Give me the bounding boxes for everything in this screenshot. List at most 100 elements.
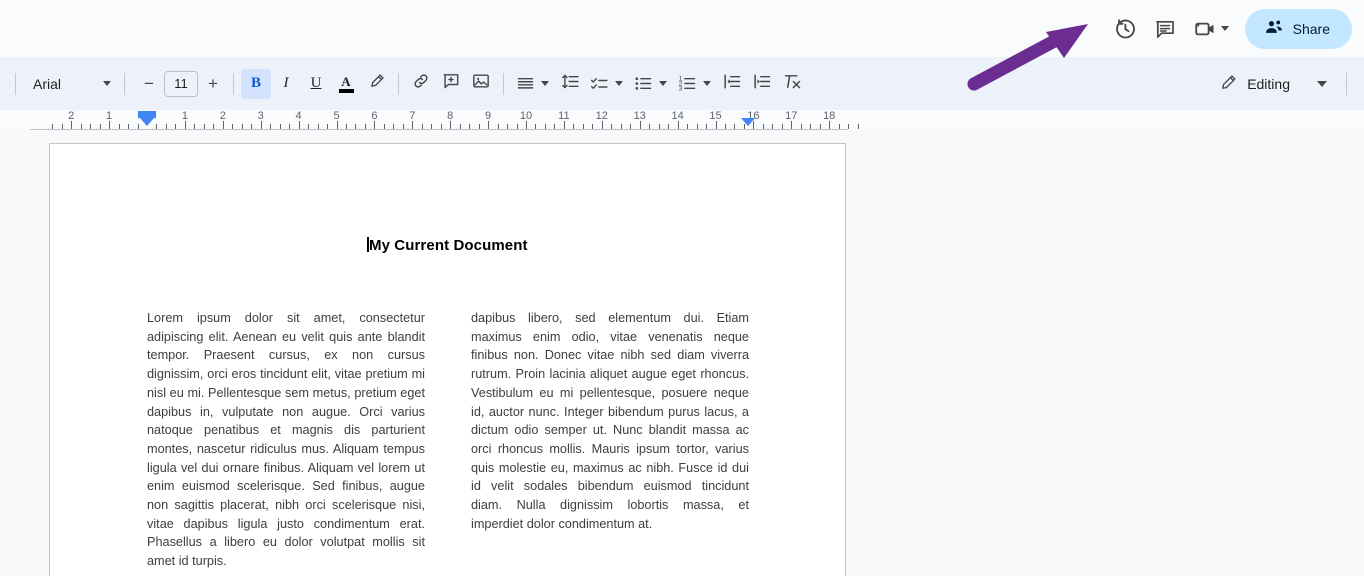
bold-button[interactable]: B bbox=[241, 68, 271, 99]
font-size-input[interactable]: 11 bbox=[164, 70, 198, 97]
editing-mode-button[interactable]: Editing bbox=[1208, 67, 1339, 101]
chevron-down-icon bbox=[1317, 80, 1327, 87]
ruler-tick bbox=[402, 124, 404, 129]
ruler-tick bbox=[488, 121, 490, 129]
clear-formatting-button[interactable] bbox=[777, 69, 807, 99]
ruler-tick bbox=[772, 124, 774, 129]
ruler-tick bbox=[469, 124, 471, 129]
ruler-tick bbox=[251, 124, 253, 129]
document-title[interactable]: My Current Document bbox=[50, 237, 845, 254]
ruler-tick bbox=[184, 121, 186, 129]
svg-text:3: 3 bbox=[679, 86, 683, 93]
ruler-tick bbox=[848, 124, 850, 129]
ruler-tick bbox=[649, 124, 651, 129]
ruler-tick bbox=[393, 124, 395, 129]
ruler-tick bbox=[715, 121, 717, 129]
ruler-tick bbox=[232, 124, 234, 129]
add-comment-button[interactable] bbox=[436, 69, 466, 99]
ruler-tick bbox=[336, 121, 338, 129]
ruler-baseline bbox=[30, 129, 848, 130]
ruler-tick bbox=[194, 124, 196, 129]
bold-label: B bbox=[250, 75, 261, 91]
ruler-tick bbox=[791, 121, 793, 129]
font-family-select[interactable]: Arial bbox=[23, 69, 117, 99]
google-docs-window: Share Arial − 11 + B I U A 1 2 3 Editing… bbox=[0, 0, 1364, 576]
ruler-tick bbox=[241, 124, 243, 129]
video-call-icon[interactable] bbox=[1185, 9, 1225, 49]
toolbar-left-group: Arial − 11 + B I U A 1 2 3 bbox=[0, 68, 807, 99]
chevron-down-icon bbox=[615, 81, 623, 86]
align-button[interactable] bbox=[511, 69, 555, 99]
ruler-tick bbox=[327, 124, 329, 129]
insert-image-button[interactable] bbox=[466, 69, 496, 99]
ruler-tick bbox=[677, 121, 679, 129]
numbered-list-button[interactable]: 1 2 3 bbox=[673, 69, 717, 99]
chevron-down-icon bbox=[103, 81, 111, 86]
ruler-tick bbox=[52, 124, 54, 129]
ruler-tick bbox=[99, 124, 101, 129]
ruler-tick bbox=[431, 124, 433, 129]
formatting-toolbar: Arial − 11 + B I U A 1 2 3 Editing bbox=[0, 57, 1364, 110]
checklist-button[interactable] bbox=[585, 69, 629, 99]
bulleted-list-icon bbox=[629, 69, 658, 99]
line-spacing-button[interactable] bbox=[555, 69, 585, 99]
decrease-indent-button[interactable] bbox=[717, 69, 747, 99]
ruler-tick bbox=[762, 124, 764, 129]
italic-button[interactable]: I bbox=[271, 69, 301, 99]
align-justify-icon bbox=[511, 69, 540, 99]
document-page[interactable]: My Current Document Lorem ipsum dolor si… bbox=[49, 143, 846, 576]
ruler-tick bbox=[857, 124, 859, 129]
comment-plus-icon bbox=[441, 71, 461, 96]
ruler-tick bbox=[838, 124, 840, 129]
ruler-tick bbox=[687, 124, 689, 129]
right-column[interactable]: dapibus libero, sed elementum dui. Etiam… bbox=[471, 309, 749, 571]
ruler-tick bbox=[630, 124, 632, 129]
line-spacing-icon bbox=[560, 71, 581, 97]
ruler-tick bbox=[71, 121, 73, 129]
clear-formatting-icon bbox=[782, 71, 803, 97]
ruler-tick bbox=[535, 124, 537, 129]
toolbar-divider bbox=[398, 72, 399, 95]
share-button[interactable]: Share bbox=[1244, 8, 1352, 49]
insert-link-button[interactable] bbox=[406, 69, 436, 99]
ruler-tick bbox=[639, 121, 641, 129]
increase-indent-button[interactable] bbox=[747, 69, 777, 99]
font-size-increase-button[interactable]: + bbox=[200, 71, 226, 97]
ruler-tick bbox=[563, 121, 565, 129]
ruler-tick bbox=[118, 124, 120, 129]
ruler-tick bbox=[582, 124, 584, 129]
font-size-stepper: − 11 + bbox=[136, 70, 226, 97]
ruler-tick bbox=[516, 124, 518, 129]
ruler-tick bbox=[80, 124, 82, 129]
version-history-icon[interactable] bbox=[1105, 9, 1145, 49]
toolbar-divider bbox=[233, 72, 234, 95]
video-call-dropdown-caret[interactable] bbox=[1220, 26, 1229, 31]
link-icon bbox=[411, 71, 431, 96]
font-size-decrease-button[interactable]: − bbox=[136, 71, 162, 97]
text-color-button[interactable]: A bbox=[331, 69, 361, 99]
ruler-tick bbox=[440, 124, 442, 129]
ruler-tick bbox=[156, 124, 158, 129]
toolbar-divider bbox=[1346, 72, 1347, 95]
ruler-tick bbox=[270, 124, 272, 129]
document-canvas: My Current Document Lorem ipsum dolor si… bbox=[0, 131, 1364, 576]
highlight-color-button[interactable] bbox=[361, 69, 391, 99]
comment-history-icon[interactable] bbox=[1145, 9, 1185, 49]
chevron-down-icon bbox=[659, 81, 667, 86]
ruler-tick bbox=[90, 124, 92, 129]
ruler-tick bbox=[165, 124, 167, 129]
ruler-tick bbox=[497, 124, 499, 129]
ruler-tick bbox=[800, 124, 802, 129]
toolbar-divider bbox=[503, 72, 504, 95]
ruler[interactable]: 2 1 1 2 3 4 5 6 7 8 9 10 11 12 13 14 15 16 17 18 bbox=[0, 110, 1364, 131]
bulleted-list-button[interactable] bbox=[629, 69, 673, 99]
ruler-tick bbox=[345, 124, 347, 129]
ruler-tick bbox=[459, 124, 461, 129]
share-label: Share bbox=[1292, 20, 1330, 37]
document-title-text: My Current Document bbox=[369, 237, 528, 254]
left-column[interactable]: Lorem ipsum dolor sit amet, consectetur … bbox=[147, 309, 425, 571]
ruler-tick bbox=[450, 121, 452, 129]
underline-button[interactable]: U bbox=[301, 69, 331, 99]
ruler-tick bbox=[289, 124, 291, 129]
ruler-tick bbox=[658, 124, 660, 129]
